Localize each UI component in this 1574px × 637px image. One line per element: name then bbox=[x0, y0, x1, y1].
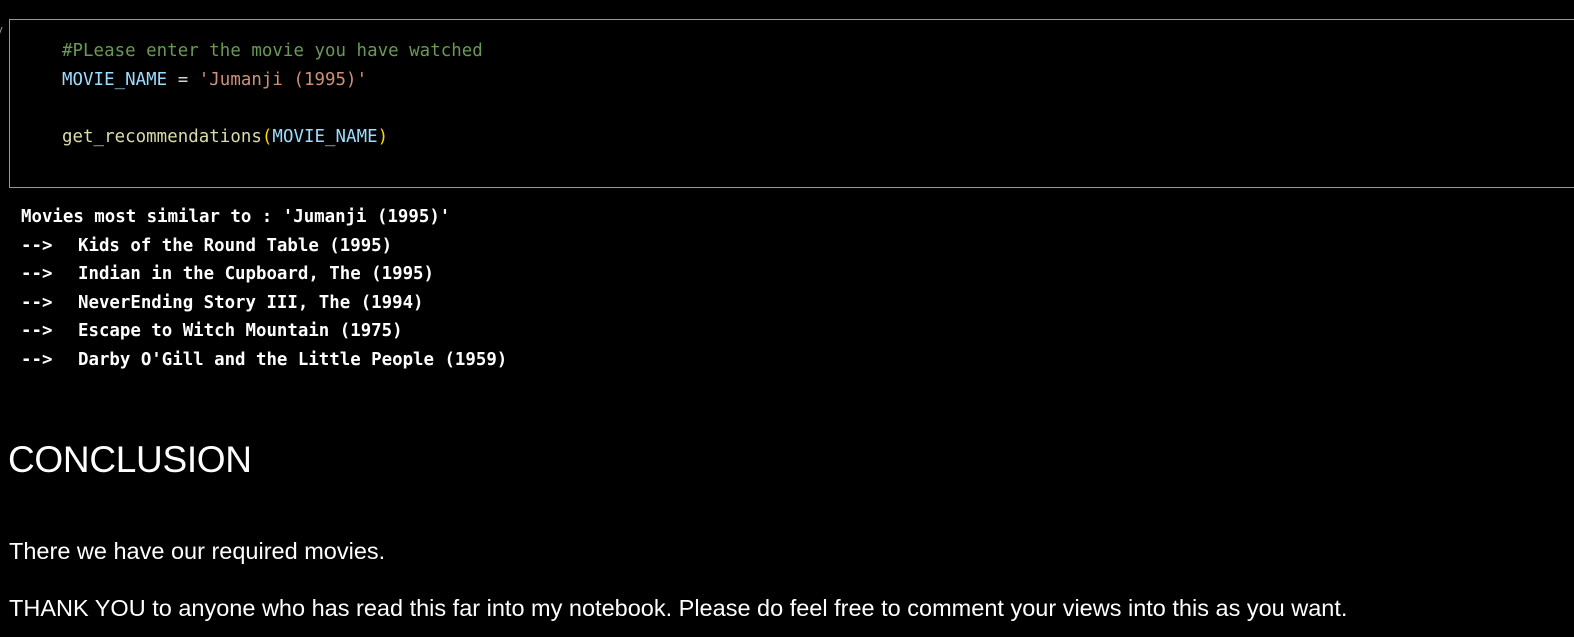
markdown-paragraph: There we have our required movies. bbox=[9, 538, 386, 564]
code-string: 'Jumanji (1995)' bbox=[198, 70, 368, 90]
output-item: --> Indian in the Cupboard, The (1995) bbox=[21, 262, 507, 291]
output-arrow: --> bbox=[21, 321, 53, 341]
code-comment-line: #PLease enter the movie you have watched bbox=[62, 40, 483, 62]
code-comment: #PLease enter the movie you have watched bbox=[62, 41, 483, 61]
code-assign-operator: = bbox=[167, 70, 199, 90]
output-arrow: --> bbox=[21, 235, 53, 256]
output-arrow: --> bbox=[21, 349, 53, 370]
code-call-line: get_recommendations(MOVIE_NAME) bbox=[62, 126, 388, 148]
code-argument: MOVIE_NAME bbox=[272, 127, 378, 147]
code-close-paren: ) bbox=[377, 127, 389, 147]
conclusion-heading: CONCLUSION bbox=[8, 439, 252, 480]
output-item: --> Darby O'Gill and the Little People (1… bbox=[21, 348, 507, 377]
code-assignment-line: MOVIE_NAME = 'Jumanji (1995)' bbox=[62, 69, 367, 91]
output-item-title: Kids of the Round Table (1995) bbox=[78, 235, 393, 256]
code-cell[interactable]: #PLease enter the movie you have watched… bbox=[9, 19, 1574, 188]
output-item: --> Escape to Witch Mountain (1975) bbox=[21, 319, 507, 348]
output-item-title: Darby O'Gill and the Little People (1959… bbox=[78, 349, 508, 370]
output-item: --> NeverEnding Story III, The (1994) bbox=[21, 291, 507, 320]
output-item: --> Kids of the Round Table (1995) bbox=[21, 234, 507, 263]
code-function-name: get_recommendations bbox=[62, 127, 262, 147]
code-variable: MOVIE_NAME bbox=[62, 70, 168, 90]
output-item-title: Indian in the Cupboard, The (1995) bbox=[78, 264, 434, 284]
output-arrow: --> bbox=[21, 264, 53, 284]
code-open-paren: ( bbox=[261, 127, 273, 147]
cell-collapse-mark[interactable] bbox=[0, 27, 7, 35]
output-item-title: NeverEnding Story III, The (1994) bbox=[78, 292, 424, 313]
output-item-title: Escape to Witch Mountain (1975) bbox=[78, 321, 403, 341]
markdown-paragraph: THANK YOU to anyone who has read this fa… bbox=[9, 595, 1348, 621]
output-arrow: --> bbox=[21, 292, 53, 313]
cell-output: Movies most similar to : 'Jumanji (1995)… bbox=[21, 205, 507, 376]
output-header: Movies most similar to : 'Jumanji (1995)… bbox=[21, 207, 451, 227]
